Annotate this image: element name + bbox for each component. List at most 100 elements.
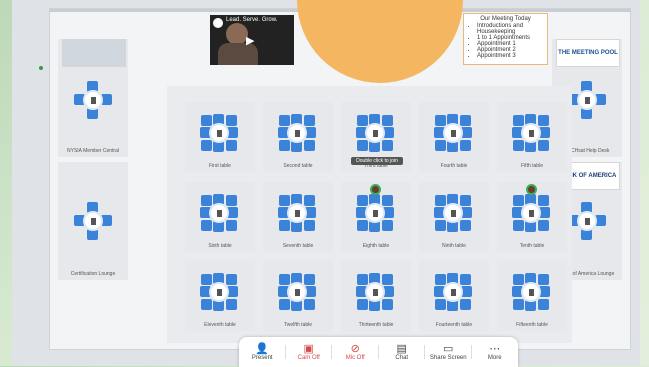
meeting-table[interactable]: Fourteenth table	[419, 261, 489, 331]
meeting-table[interactable]: Ninth table	[419, 182, 489, 252]
seat[interactable]	[460, 220, 471, 231]
seat[interactable]	[357, 115, 368, 126]
meeting-table[interactable]: Fifteenth table	[497, 261, 567, 331]
seat[interactable]	[226, 140, 237, 151]
seat[interactable]	[435, 140, 446, 151]
seat[interactable]	[382, 220, 393, 231]
chat-button[interactable]: ▤ Chat	[379, 337, 425, 367]
seat[interactable]	[304, 140, 315, 151]
seat[interactable]	[513, 299, 524, 310]
seat[interactable]	[201, 299, 212, 310]
seat[interactable]	[513, 220, 524, 231]
meeting-table[interactable]: Tenth table	[497, 182, 567, 252]
seat[interactable]	[513, 274, 524, 285]
seat[interactable]	[513, 195, 524, 206]
seat[interactable]	[279, 140, 290, 151]
booth-member-central[interactable]: NYSIA Member Central	[58, 39, 128, 157]
seat[interactable]	[279, 115, 290, 126]
seat[interactable]	[513, 140, 524, 151]
table-logo-icon	[373, 210, 378, 217]
seat[interactable]	[538, 195, 549, 206]
play-icon[interactable]: ▶	[246, 34, 254, 47]
seat[interactable]	[538, 140, 549, 151]
seat[interactable]	[382, 115, 393, 126]
meeting-table[interactable]: Thirteenth table	[341, 261, 411, 331]
seat[interactable]	[513, 115, 524, 126]
seat[interactable]	[226, 274, 237, 285]
present-button[interactable]: 👤 Present	[239, 337, 286, 367]
seat[interactable]	[460, 299, 471, 310]
seat[interactable]	[201, 140, 212, 151]
seat[interactable]	[201, 274, 212, 285]
seat[interactable]	[201, 195, 212, 206]
seat[interactable]	[201, 115, 212, 126]
present-label: Present	[251, 355, 273, 361]
seat[interactable]	[279, 195, 290, 206]
video-screen[interactable]: Lead. Serve. Grow. ▶	[210, 15, 294, 65]
meeting-table[interactable]: Sixth table	[185, 182, 255, 252]
agenda-board[interactable]: Our Meeting Today Introductions and Hous…	[463, 13, 548, 65]
seat[interactable]	[226, 115, 237, 126]
seat[interactable]	[538, 299, 549, 310]
mic-off-button[interactable]: ⊘ Mic Off	[332, 337, 379, 367]
seat[interactable]	[435, 115, 446, 126]
more-button[interactable]: ⋯ More	[472, 337, 519, 367]
seat[interactable]	[460, 140, 471, 151]
table-caption: Tenth table	[519, 243, 545, 249]
seat[interactable]	[226, 299, 237, 310]
seat[interactable]	[435, 220, 446, 231]
cam-off-button[interactable]: ▣ Cam Off	[286, 337, 332, 367]
seat[interactable]	[226, 195, 237, 206]
seat[interactable]	[357, 195, 368, 206]
table-seats	[356, 273, 394, 311]
meeting-table[interactable]: Seventh table	[263, 182, 333, 252]
seat[interactable]	[357, 220, 368, 231]
meeting-table[interactable]: Fifth table	[497, 102, 567, 172]
booth-certification-lounge[interactable]: Certification Lounge	[58, 162, 128, 280]
seat[interactable]	[304, 220, 315, 231]
meeting-table[interactable]: Eighth table	[341, 182, 411, 252]
seat[interactable]	[435, 299, 446, 310]
seat[interactable]	[435, 274, 446, 285]
seat[interactable]	[382, 140, 393, 151]
meeting-table[interactable]: Fourth table	[419, 102, 489, 172]
table-top	[365, 203, 385, 223]
meeting-table[interactable]: Eleventh table	[185, 261, 255, 331]
seat[interactable]	[538, 220, 549, 231]
seat[interactable]	[279, 299, 290, 310]
seat[interactable]	[357, 299, 368, 310]
seat[interactable]	[201, 220, 212, 231]
table-seats	[278, 194, 316, 232]
agenda-item: Introductions and Housekeeping	[477, 23, 543, 35]
seat[interactable]	[357, 140, 368, 151]
agenda-item: Appointment 3	[477, 53, 543, 59]
chat-icon: ▤	[396, 343, 407, 355]
seat[interactable]	[460, 115, 471, 126]
seat[interactable]	[226, 220, 237, 231]
seat[interactable]	[279, 220, 290, 231]
seat[interactable]	[304, 115, 315, 126]
seat[interactable]	[304, 274, 315, 285]
seat[interactable]	[538, 115, 549, 126]
seat[interactable]	[382, 195, 393, 206]
seat[interactable]	[279, 274, 290, 285]
meeting-table[interactable]: Second table	[263, 102, 333, 172]
meeting-table[interactable]: Twelfth table	[263, 261, 333, 331]
seat[interactable]	[460, 274, 471, 285]
participant-avatar[interactable]	[526, 184, 537, 195]
seat[interactable]	[460, 195, 471, 206]
seat[interactable]	[435, 195, 446, 206]
seat[interactable]	[382, 274, 393, 285]
seat[interactable]	[382, 299, 393, 310]
participant-avatar[interactable]	[370, 184, 381, 195]
seat[interactable]	[357, 274, 368, 285]
seat[interactable]	[304, 299, 315, 310]
seat[interactable]	[304, 195, 315, 206]
meeting-table[interactable]: Double click to join Third table	[341, 102, 411, 172]
seat[interactable]	[538, 274, 549, 285]
meeting-table[interactable]: First table	[185, 102, 255, 172]
tables-area: First table Second table Double click to j…	[167, 86, 572, 343]
stage-area[interactable]	[297, 0, 463, 83]
share-screen-button[interactable]: ▭ Share Screen	[425, 337, 472, 367]
table-caption: Ninth table	[442, 243, 466, 249]
